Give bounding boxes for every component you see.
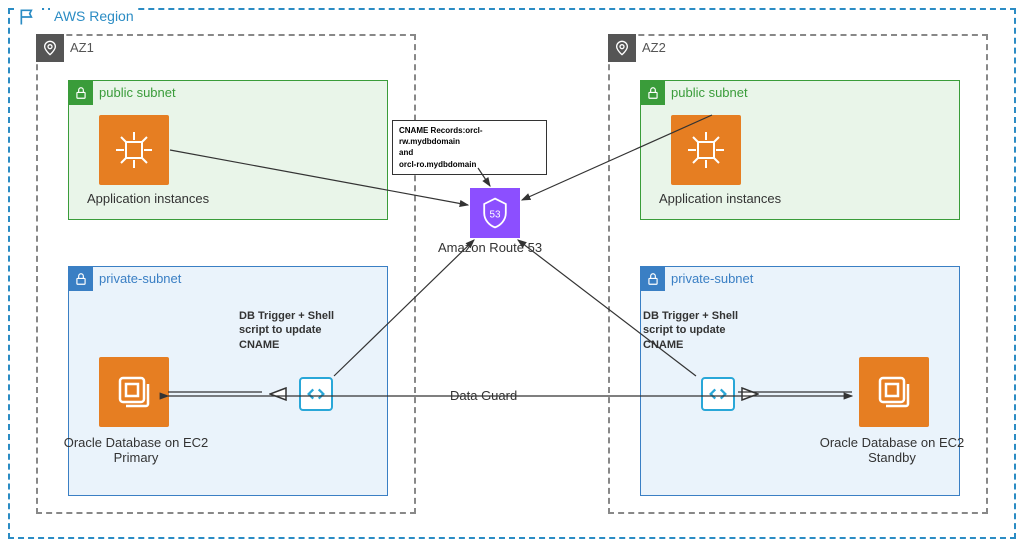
public-subnet-az2: public subnet Application instances [640, 80, 960, 220]
oracle-db-primary-label: Oracle Database on EC2 Primary [61, 435, 211, 465]
oracle-db-standby-label: Oracle Database on EC2 Standby [817, 435, 967, 465]
public-subnet-label: public subnet [671, 85, 748, 100]
az1-label: AZ1 [70, 40, 94, 55]
db-trigger-label: DB Trigger + Shell script to update CNAM… [643, 309, 753, 352]
region-label: AWS Region [50, 8, 138, 24]
lock-icon [69, 81, 93, 105]
cname-records-callout: CNAME Records:orcl-rw.mydbdomain and orc… [392, 120, 547, 175]
cname-line3: orcl-ro.mydbdomain [399, 159, 540, 170]
data-guard-label: Data Guard [450, 388, 517, 403]
private-subnet-label: private-subnet [671, 271, 753, 286]
private-subnet-az1: private-subnet DB Trigger + Shell script… [68, 266, 388, 496]
ec2-app-icon [99, 115, 169, 185]
oracle-db-standby-icon [859, 357, 929, 427]
az-icon [36, 34, 64, 62]
public-subnet-az1: public subnet Application instances [68, 80, 388, 220]
app-instances-label: Application instances [87, 191, 209, 206]
code-script-icon [701, 377, 735, 411]
region-flag-icon [14, 3, 42, 31]
route53-label: Amazon Route 53 [438, 240, 542, 255]
lock-icon [69, 267, 93, 291]
lock-icon [641, 267, 665, 291]
svg-text:53: 53 [490, 210, 501, 221]
app-instances-label: Application instances [659, 191, 781, 206]
availability-zone-2: AZ2 public subnet Application instances … [608, 34, 988, 514]
db-trigger-label: DB Trigger + Shell script to update CNAM… [239, 309, 349, 352]
code-script-icon [299, 377, 333, 411]
cname-line1: CNAME Records:orcl-rw.mydbdomain [399, 125, 540, 147]
private-subnet-az2: private-subnet DB Trigger + Shell script… [640, 266, 960, 496]
route53-icon: 53 [470, 188, 520, 238]
ec2-app-icon [671, 115, 741, 185]
public-subnet-label: public subnet [99, 85, 176, 100]
triangle-connector-icon [741, 387, 759, 401]
az2-label: AZ2 [642, 40, 666, 55]
availability-zone-1: AZ1 public subnet Application instances … [36, 34, 416, 514]
oracle-db-primary-icon [99, 357, 169, 427]
az-icon [608, 34, 636, 62]
triangle-connector-icon [269, 387, 287, 401]
private-subnet-label: private-subnet [99, 271, 181, 286]
lock-icon [641, 81, 665, 105]
cname-line2: and [399, 147, 540, 158]
